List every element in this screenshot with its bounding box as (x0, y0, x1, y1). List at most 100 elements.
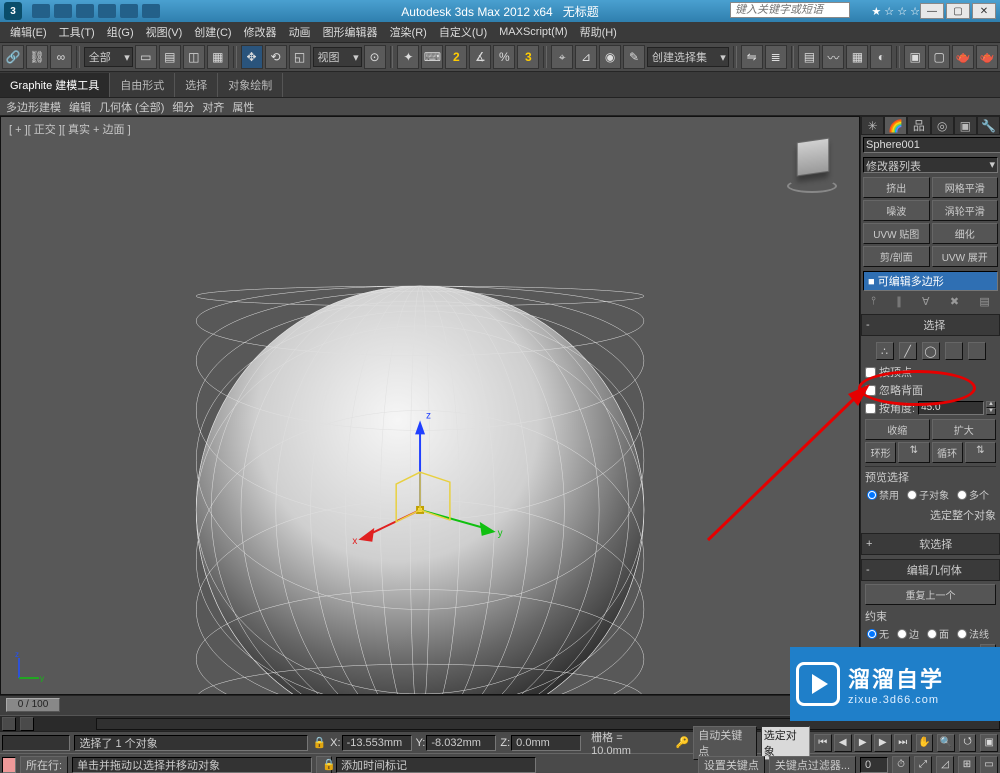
curve-editor-icon[interactable]: 〰 (822, 45, 844, 69)
ribbon-tab-modeling[interactable]: Graphite 建模工具 (0, 73, 110, 97)
pin-stack-icon[interactable]: ⫯ (871, 295, 876, 308)
layer-icon[interactable]: ▤ (798, 45, 820, 69)
set-key-button[interactable]: 设置关键点 (698, 756, 765, 773)
zoom-icon[interactable]: 🔍 (937, 734, 955, 752)
qat-button[interactable] (54, 4, 72, 18)
mod-extrude[interactable]: 挤出 (863, 177, 930, 198)
snap-angle-icon[interactable]: ∡ (469, 45, 491, 69)
by-vertex-checkbox[interactable] (865, 367, 876, 378)
configure-icon[interactable]: ▤ (979, 295, 989, 308)
modify-tab-icon[interactable]: 🌈 (884, 116, 907, 135)
key-icon[interactable]: 🔑 (676, 736, 690, 749)
script-listener[interactable] (2, 735, 70, 751)
repeat-last-button[interactable]: 重复上一个 (865, 584, 996, 605)
menu-graph[interactable]: 图形编辑器 (317, 22, 384, 42)
rollout-selection[interactable]: -选择 (861, 314, 1000, 336)
selection-filter-dropdown[interactable]: 全部 (84, 47, 133, 67)
add-time-tag[interactable]: 添加时间标记 (336, 757, 536, 773)
mod-slice[interactable]: 剪/剖面 (863, 246, 930, 267)
snap-edge-icon[interactable]: ⊿ (575, 45, 597, 69)
motion-tab-icon[interactable]: ◎ (931, 116, 954, 135)
close-button[interactable]: ✕ (972, 3, 996, 19)
qat-button[interactable] (98, 4, 116, 18)
viewcube[interactable] (785, 135, 841, 191)
draw-icon[interactable]: ✎ (623, 45, 645, 69)
material-editor-icon[interactable]: ◐ (870, 45, 892, 69)
trackbar-toggle[interactable] (2, 717, 16, 731)
ribbon-tab-paint[interactable]: 对象绘制 (218, 73, 283, 97)
loop-button[interactable]: 循环 (932, 442, 963, 463)
minimize-button[interactable]: — (920, 3, 944, 19)
menu-modifiers[interactable]: 修改器 (238, 22, 283, 42)
zoom-extents-icon[interactable]: ⤢ (914, 756, 932, 773)
menu-maxscript[interactable]: MAXScript(M) (493, 24, 573, 40)
menu-render[interactable]: 渲染(R) (384, 22, 433, 42)
coord-z[interactable]: 0.0mm (511, 735, 581, 751)
remove-mod-icon[interactable]: ✖ (950, 295, 959, 308)
coord-y[interactable]: -8.032mm (426, 735, 496, 751)
menu-animation[interactable]: 动画 (283, 22, 317, 42)
pivot-icon[interactable]: ⊙ (364, 45, 386, 69)
time-config-icon[interactable]: ⏱ (892, 756, 910, 773)
play-icon[interactable]: ▶ (854, 734, 872, 752)
grow-button[interactable]: 扩大 (932, 419, 997, 440)
make-unique-icon[interactable]: ∀ (922, 295, 930, 308)
qat-button[interactable] (142, 4, 160, 18)
constrain-edge-radio[interactable] (897, 629, 907, 639)
edge-level-icon[interactable]: ╱ (899, 342, 917, 360)
qat-button[interactable] (32, 4, 50, 18)
menu-help[interactable]: 帮助(H) (574, 22, 623, 42)
menu-customize[interactable]: 自定义(U) (433, 22, 493, 42)
current-frame[interactable]: 0 (860, 757, 888, 773)
render-frame-icon[interactable]: ▢ (928, 45, 950, 69)
info-center[interactable]: ★ ☆ ☆ ☆ (871, 5, 920, 18)
macro-rec-icon[interactable] (2, 757, 16, 773)
named-selection-dropdown[interactable]: 创建选择集 (647, 47, 729, 67)
select-icon[interactable]: ▭ (135, 45, 157, 69)
move-icon[interactable]: ✥ (241, 45, 263, 69)
maximize-button[interactable]: ▢ (946, 3, 970, 19)
constrain-normal-radio[interactable] (957, 629, 967, 639)
snap-percent-icon[interactable]: % (493, 45, 515, 69)
modifier-list-dropdown[interactable]: 修改器列表 (863, 157, 998, 173)
viewport[interactable]: [ + ][ 正交 ][ 真实 + 边面 ] (0, 116, 860, 695)
ribbon-panel[interactable]: 对齐 (202, 99, 224, 115)
object-name-input[interactable] (863, 137, 1000, 153)
selection-set-field[interactable]: 选定对象 (761, 726, 810, 760)
rollout-soft-selection[interactable]: +软选择 (861, 533, 1000, 555)
bind-icon[interactable]: ∞ (50, 45, 72, 69)
rollout-edit-geometry[interactable]: -编辑几何体 (861, 559, 1000, 581)
show-end-icon[interactable]: ∥ (896, 295, 902, 308)
goto-start-icon[interactable]: ⏮ (814, 734, 832, 752)
ribbon-panel[interactable]: 编辑 (69, 99, 91, 115)
render-preset-icon[interactable]: 🫖 (976, 45, 998, 69)
qat-button[interactable] (120, 4, 138, 18)
ribbon-panel[interactable]: 几何体 (全部) (99, 99, 164, 115)
hierarchy-tab-icon[interactable]: 品 (907, 116, 930, 135)
snap-pivot-icon[interactable]: ◉ (599, 45, 621, 69)
prev-frame-icon[interactable]: ◀ (834, 734, 852, 752)
preview-sub-radio[interactable] (907, 490, 917, 500)
trackbar-mini[interactable] (20, 717, 34, 731)
ribbon-tab-selection[interactable]: 选择 (175, 73, 218, 97)
menu-create[interactable]: 创建(C) (188, 22, 237, 42)
next-frame-icon[interactable]: ▶ (874, 734, 892, 752)
ribbon-panel[interactable]: 属性 (232, 99, 254, 115)
pan-icon[interactable]: ✋ (916, 734, 934, 752)
sphere-object[interactable]: x y z (1, 117, 859, 694)
ribbon-panel[interactable]: 细分 (172, 99, 194, 115)
align-icon[interactable]: ≣ (765, 45, 787, 69)
select-name-icon[interactable]: ▤ (159, 45, 181, 69)
qat-button[interactable] (76, 4, 94, 18)
vertex-level-icon[interactable]: ∴ (876, 342, 894, 360)
menu-group[interactable]: 组(G) (101, 22, 140, 42)
snap-3d-icon[interactable]: 3 (517, 45, 539, 69)
lock-selection-icon[interactable]: 🔒 (316, 756, 332, 773)
snap-2d-icon[interactable]: 2 (445, 45, 467, 69)
menu-tools[interactable]: 工具(T) (53, 22, 101, 42)
constrain-none-radio[interactable] (867, 629, 877, 639)
mod-tessellate[interactable]: 细化 (932, 223, 999, 244)
menu-edit[interactable]: 编辑(E) (4, 22, 53, 42)
preview-off-radio[interactable] (867, 490, 877, 500)
select-region-icon[interactable]: ◫ (183, 45, 205, 69)
